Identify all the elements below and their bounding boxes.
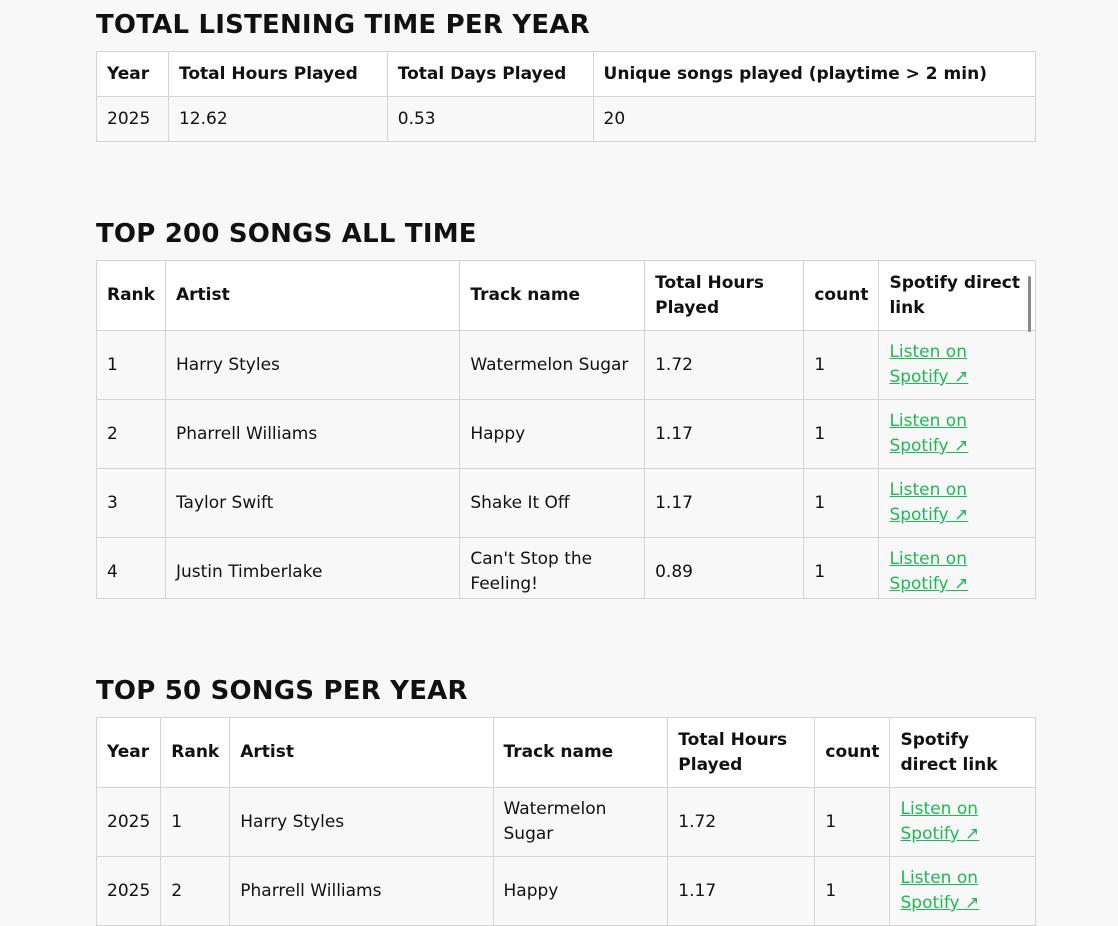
rank-cell: 1 (96, 330, 166, 400)
hours-cell: 0.89 (644, 537, 805, 598)
track-cell: Watermelon Sugar (459, 330, 646, 400)
rank-cell: 2 (96, 399, 166, 469)
rank-cell: 2 (160, 856, 231, 926)
hours-cell: 1.17 (644, 399, 805, 469)
column-header[interactable]: count (814, 717, 891, 788)
column-header[interactable]: Year (95, 717, 162, 788)
year-cell: 2025 (95, 787, 162, 857)
count-cell: 1 (803, 468, 880, 538)
count-cell: 1 (814, 787, 891, 857)
count-cell: 1 (803, 330, 880, 400)
hours-cell: 1.17 (644, 468, 805, 538)
table-row: 2025 2 Pharrell Williams Happy 1.17 1 Li… (95, 856, 1036, 926)
rank-cell: 3 (96, 468, 166, 538)
spotify-link[interactable]: Listen on Spotify ↗ (900, 868, 979, 913)
section-title-top-50: TOP 50 SONGS PER YEAR (96, 676, 468, 706)
section-title-top-200: TOP 200 SONGS ALL TIME (96, 219, 477, 249)
track-cell: Shake It Off (459, 468, 646, 538)
column-header[interactable]: count (803, 260, 880, 331)
section-title-listening-time: TOTAL LISTENING TIME PER YEAR (96, 10, 590, 40)
column-header[interactable]: Spotify direct link (878, 260, 1036, 331)
top-200-table: Rank Artist Track name Total Hours Playe… (96, 260, 1036, 598)
year-cell: 2025 (96, 96, 169, 142)
link-cell: Listen on Spotify ↗ (889, 856, 1036, 926)
table-row: 4 Justin Timberlake Can't Stop the Feeli… (96, 537, 1036, 598)
top-200-scroll-container[interactable]: Rank Artist Track name Total Hours Playe… (96, 260, 1036, 599)
link-cell: Listen on Spotify ↗ (878, 537, 1036, 598)
table-header-row: Year Total Hours Played Total Days Playe… (96, 51, 1037, 97)
table-header-row: Year Rank Artist Track name Total Hours … (95, 717, 1036, 788)
column-header[interactable]: Rank (96, 260, 166, 331)
column-header[interactable]: Track name (459, 260, 646, 331)
column-header[interactable]: Spotify direct link (889, 717, 1036, 788)
table-row: 1 Harry Styles Watermelon Sugar 1.72 1 L… (96, 330, 1036, 400)
hours-cell: 1.72 (644, 330, 805, 400)
spotify-link[interactable]: Listen on Spotify ↗ (889, 342, 968, 387)
track-cell: Watermelon Sugar (492, 787, 669, 857)
count-cell: 1 (803, 399, 880, 469)
year-cell: 2025 (95, 856, 162, 926)
link-cell: Listen on Spotify ↗ (878, 330, 1036, 400)
column-header[interactable]: Total Hours Played (667, 717, 816, 788)
spotify-link[interactable]: Listen on Spotify ↗ (889, 480, 968, 525)
rank-cell: 1 (160, 787, 231, 857)
total-days-cell: 0.53 (386, 96, 594, 142)
artist-cell: Harry Styles (164, 330, 461, 400)
count-cell: 1 (803, 537, 880, 598)
artist-cell: Justin Timberlake (164, 537, 461, 598)
vertical-scrollbar-thumb[interactable] (1028, 276, 1031, 332)
artist-cell: Pharrell Williams (164, 399, 461, 469)
column-header[interactable]: Total Hours Played (167, 51, 388, 97)
spotify-link[interactable]: Listen on Spotify ↗ (889, 549, 968, 594)
top-50-table: Year Rank Artist Track name Total Hours … (95, 717, 1036, 926)
hours-cell: 1.17 (667, 856, 816, 926)
column-header[interactable]: Unique songs played (playtime > 2 min) (592, 51, 1037, 97)
link-cell: Listen on Spotify ↗ (889, 787, 1036, 857)
spotify-link[interactable]: Listen on Spotify ↗ (889, 411, 968, 456)
table-row: 2025 1 Harry Styles Watermelon Sugar 1.7… (95, 787, 1036, 857)
table-row: 2 Pharrell Williams Happy 1.17 1 Listen … (96, 399, 1036, 469)
artist-cell: Harry Styles (229, 787, 494, 857)
artist-cell: Pharrell Williams (229, 856, 494, 926)
count-cell: 1 (814, 856, 891, 926)
column-header[interactable]: Track name (492, 717, 669, 788)
link-cell: Listen on Spotify ↗ (878, 399, 1036, 469)
track-cell: Can't Stop the Feeling! (459, 537, 646, 598)
column-header[interactable]: Artist (229, 717, 494, 788)
hours-cell: 1.72 (667, 787, 816, 857)
table-row: 2025 12.62 0.53 20 (96, 96, 1037, 142)
total-hours-cell: 12.62 (167, 96, 388, 142)
artist-cell: Taylor Swift (164, 468, 461, 538)
link-cell: Listen on Spotify ↗ (878, 468, 1036, 538)
rank-cell: 4 (96, 537, 166, 598)
table-header-row: Rank Artist Track name Total Hours Playe… (96, 260, 1036, 331)
column-header[interactable]: Artist (164, 260, 461, 331)
listening-time-table: Year Total Hours Played Total Days Playe… (96, 51, 1037, 142)
spotify-link[interactable]: Listen on Spotify ↗ (900, 799, 979, 844)
track-cell: Happy (459, 399, 646, 469)
column-header[interactable]: Total Days Played (386, 51, 594, 97)
track-cell: Happy (492, 856, 669, 926)
unique-songs-cell: 20 (592, 96, 1037, 142)
column-header[interactable]: Rank (160, 717, 231, 788)
column-header[interactable]: Total Hours Played (644, 260, 805, 331)
table-row: 3 Taylor Swift Shake It Off 1.17 1 Liste… (96, 468, 1036, 538)
column-header[interactable]: Year (96, 51, 169, 97)
